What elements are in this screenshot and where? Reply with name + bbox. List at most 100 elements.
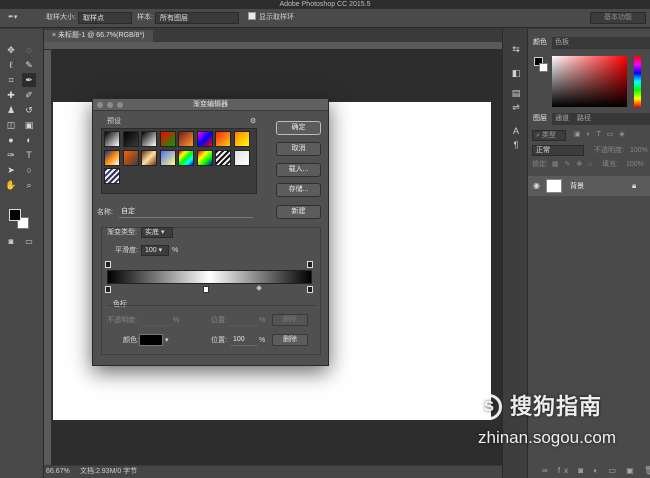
stop-color-well[interactable] [139,334,163,346]
blend-mode-select[interactable]: 正常 [532,145,584,156]
cancel-button[interactable]: 取消 [276,142,321,156]
shape-tool[interactable]: ○ [22,163,36,177]
lasso-tool[interactable]: ℓ [4,58,18,72]
zoom-window-button[interactable] [117,102,123,108]
color-location-field[interactable]: 100 [231,335,257,346]
character-panel-icon[interactable]: A [510,125,522,137]
type-tool[interactable]: T [22,148,36,162]
gradient-preset-swatch[interactable] [122,131,139,147]
sample-size-select[interactable]: 取样点 [78,12,132,24]
show-ring-option[interactable]: 显示取样环 [248,12,294,24]
save-button[interactable]: 存储... [276,183,321,197]
stop-color-dropdown-icon[interactable]: ▾ [165,336,169,345]
dodge-tool[interactable]: ◐ [22,133,36,147]
lock-icons[interactable]: ▦ ✎ ✥ ⌂ [552,160,594,169]
gradient-tool[interactable]: ▣ [22,118,36,132]
adjustments-panel-icon[interactable]: ▤ [510,87,522,99]
foreground-color-swatch[interactable] [9,209,21,221]
stop-opacity-field[interactable] [141,315,171,326]
marquee-tool[interactable]: ◌ [22,43,36,57]
preset-gear-icon[interactable]: ⚙ [250,117,256,126]
gradient-preview-bar[interactable] [107,270,312,284]
tab-channels[interactable]: 通道 [550,113,574,125]
properties-panel-icon[interactable]: ◧ [510,67,522,79]
screen-mode-icon[interactable]: ▭ [22,235,36,249]
gradient-preset-swatch[interactable] [104,168,120,184]
stamp-tool[interactable]: ♟ [4,103,18,117]
smoothness-field[interactable]: 100 ▾ [141,245,169,256]
hand-tool[interactable]: ✋ [4,178,18,192]
gradient-preset-swatch[interactable] [196,149,213,166]
document-tab[interactable]: × 未标题-1 @ 66.7%(RGB/8*) [44,30,153,42]
opacity-location-field[interactable] [229,315,257,326]
tab-layers[interactable]: 图层 [528,113,552,125]
gradient-type-select[interactable]: 实底 ▾ [141,227,173,238]
gradient-preset-swatch[interactable] [122,149,139,166]
gradient-preset-swatch[interactable] [178,131,194,147]
close-window-button[interactable] [97,102,103,108]
blur-tool[interactable]: ● [4,133,18,147]
window-title-bar: Adobe Photoshop CC 2015.5 [0,0,650,9]
gradient-preset-swatch[interactable] [104,149,120,166]
path-select-tool[interactable]: ➤ [4,163,18,177]
move-tool[interactable]: ✥ [4,43,18,57]
zoom-tool[interactable]: ⌕ [22,178,36,192]
gradient-preset-swatch[interactable] [159,149,176,166]
opacity-delete-button[interactable]: 删除 [272,314,308,326]
quick-select-tool[interactable]: ✎ [22,58,36,72]
load-button[interactable]: 载入... [276,163,321,177]
gradient-preset-swatch[interactable] [196,131,213,147]
name-label: 名称: [97,209,113,216]
history-brush-tool[interactable]: ↺ [22,103,36,117]
eye-icon[interactable]: ◉ [533,181,540,190]
watermark-url: zhinan.sogou.com [478,428,616,447]
quick-mask-icon[interactable]: ◙ [4,235,18,249]
gradient-preset-swatch[interactable] [178,149,194,166]
healing-tool[interactable]: ✚ [4,88,18,102]
show-ring-checkbox[interactable] [248,12,256,20]
layer-fill-value[interactable]: 100% [626,160,644,169]
gradient-preset-swatch[interactable] [141,131,157,147]
layer-opacity-value[interactable]: 100% [630,146,648,155]
gradient-preset-swatch[interactable] [233,149,250,166]
crop-tool[interactable]: ⌗ [4,73,18,87]
layer-kind-filter[interactable]: ⌕ 类型 [532,130,566,141]
sample-select[interactable]: 所有图层 [155,12,239,24]
hue-slider[interactable] [634,56,641,107]
paragraph-panel-icon[interactable]: ¶ [510,139,522,151]
layer-footer-icons[interactable]: ∞ fx ◙ ◐ ▭ ▣ 🗑︎ [542,466,650,475]
actions-panel-icon[interactable]: ⇌ [510,101,522,113]
history-panel-icon[interactable]: ⇆ [510,43,522,55]
layer-filter-icons[interactable]: ▣ ◐ T ▭ ◈ [574,130,627,138]
toolbox: ✥ ◌ ℓ ✎ ⌗ ✒ ✚ ✐ ♟ ↺ ◫ ▣ ● ◐ ✑ T ➤ ○ ✋ ⌕ ◙ ▭ [0,29,44,478]
brush-tool[interactable]: ✐ [22,88,36,102]
layer-row[interactable]: ◉ 背景 🔒︎ [528,176,650,196]
pen-tool[interactable]: ✑ [4,148,18,162]
gradient-preset-swatch[interactable] [215,149,231,166]
panel-background-swatch[interactable] [539,63,548,72]
workspace-switcher[interactable]: 基本功能 [590,12,646,24]
color-stop-left[interactable] [105,286,111,293]
gradient-preset-swatch[interactable] [233,131,250,147]
minimize-window-button[interactable] [107,102,113,108]
color-stop-middle[interactable] [203,286,209,293]
gradient-preset-swatch[interactable] [215,131,231,147]
eyedropper-icon[interactable]: ✒▾ [8,12,17,24]
eraser-tool[interactable]: ◫ [4,118,18,132]
gradient-preset-swatch[interactable] [159,131,176,147]
gradient-preset-swatch[interactable] [141,149,157,166]
ok-button[interactable]: 确定 [276,121,321,135]
color-picker-field[interactable] [552,56,627,107]
color-delete-button[interactable]: 删除 [272,334,308,346]
tab-swatches[interactable]: 色板 [550,37,574,49]
gradient-name-field[interactable]: 自定 [119,207,253,218]
opacity-stop-right[interactable] [307,261,313,268]
new-button[interactable]: 新建 [276,205,321,219]
tab-color[interactable]: 颜色 [528,37,552,49]
opacity-stop-left[interactable] [105,261,111,268]
tab-paths[interactable]: 路径 [572,113,596,125]
eyedropper-tool[interactable]: ✒ [22,73,36,87]
zoom-level[interactable]: 66.67% [46,466,70,478]
color-stop-right[interactable] [307,286,313,293]
gradient-preset-swatch[interactable] [104,131,120,147]
